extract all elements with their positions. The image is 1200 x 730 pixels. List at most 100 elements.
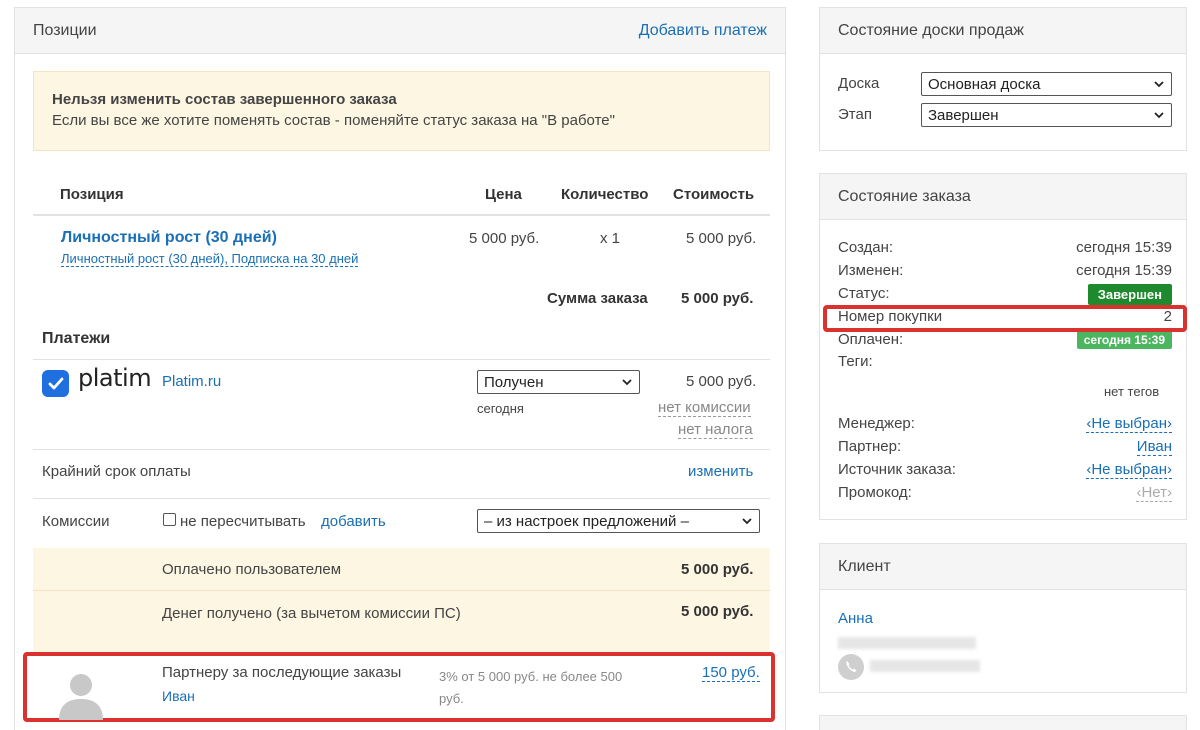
platim-logo: platim: [78, 364, 152, 392]
phone-icon: [838, 654, 864, 680]
divider: [33, 359, 770, 360]
partner-terms: 3% от 5 000 руб. не более 500 руб.: [439, 669, 623, 706]
paid-row: Оплачен: сегодня 15:39: [838, 331, 1172, 353]
col-cost: Стоимость: [673, 186, 755, 203]
order-sum-value: 5 000 руб.: [681, 290, 754, 307]
order-state-panel: Состояние заказа Создан: сегодня 15:39 И…: [819, 173, 1187, 520]
money-received-value: 5 000 руб.: [681, 603, 754, 620]
no-recalc-checkbox[interactable]: [163, 513, 176, 526]
add-commission-link[interactable]: добавить: [321, 513, 386, 530]
positions-header: Позиции Добавить платеж: [15, 8, 785, 54]
source-select-link[interactable]: ‹Не выбран›: [1086, 461, 1172, 479]
partner-amount-link[interactable]: 150 руб.: [702, 664, 760, 682]
payment-status-value: Получен: [484, 373, 544, 391]
client-header: Клиент: [820, 544, 1186, 590]
commissions-label: Комиссии: [42, 513, 110, 530]
status-row: Статус: Завершен: [838, 284, 1172, 307]
col-price: Цена: [485, 186, 522, 203]
deadline-change-link[interactable]: изменить: [688, 463, 753, 480]
tags-row: Теги:: [838, 353, 1172, 375]
board-state-header: Состояние доски продаж: [820, 8, 1186, 54]
money-received-row: Денег получено (за вычетом комиссии ПС) …: [33, 590, 770, 654]
tags-label: Теги:: [838, 353, 873, 370]
divider: [33, 498, 770, 499]
partner-label: Партнеру за последующие заказы: [162, 664, 402, 681]
no-commission-link[interactable]: нет комиссии: [658, 399, 751, 417]
chevron-down-icon: [622, 379, 632, 386]
order-state-title: Состояние заказа: [838, 187, 971, 205]
payment-date: сегодня: [477, 401, 524, 416]
changed-label: Изменен:: [838, 262, 904, 279]
divider: [33, 449, 770, 450]
client-name-link[interactable]: Анна: [838, 610, 873, 627]
product-name-link[interactable]: Личностный рост (30 дней): [61, 229, 277, 247]
changed-row: Изменен: сегодня 15:39: [838, 262, 1172, 284]
item-price: 5 000 руб.: [469, 230, 540, 247]
created-value: сегодня 15:39: [1076, 239, 1172, 256]
paid-label: Оплачен:: [838, 331, 904, 348]
item-cost: 5 000 руб.: [686, 230, 757, 247]
board-label: Доска: [838, 75, 880, 92]
stage-label: Этап: [838, 106, 872, 123]
purchase-number-highlight: [823, 305, 1187, 332]
payment-amount: 5 000 руб.: [686, 373, 757, 390]
warning-title: Нельзя изменить состав завершенного зака…: [52, 91, 397, 108]
board-state-title: Состояние доски продаж: [838, 21, 1024, 39]
warning-text: Если вы все же хотите поменять состав - …: [52, 112, 615, 129]
manager-select-link[interactable]: ‹Не выбран›: [1086, 415, 1172, 433]
status-badge: Завершен: [1087, 284, 1172, 305]
positions-title: Позиции: [33, 21, 97, 39]
no-tax-link[interactable]: нет налога: [678, 421, 753, 439]
manager-label: Менеджер:: [838, 415, 915, 432]
partner-row: Партнер: Иван: [838, 438, 1172, 460]
partner-commission-row: Партнеру за последующие заказы Иван 3% о…: [23, 652, 775, 722]
order-sum-label: Сумма заказа: [547, 290, 648, 307]
client-phone-redacted: [870, 660, 980, 672]
partner-avatar-icon: [59, 674, 103, 720]
money-received-label: Денег получено (за вычетом комиссии ПС): [162, 605, 461, 622]
promo-select-link[interactable]: ‹Нет›: [1136, 484, 1172, 502]
item-quantity: x 1: [600, 230, 621, 247]
payments-title: Платежи: [42, 330, 111, 347]
paid-badge: сегодня 15:39: [1076, 331, 1172, 349]
created-row: Создан: сегодня 15:39: [838, 239, 1172, 261]
tags-value: нет тегов: [1104, 384, 1160, 399]
board-state-panel: Состояние доски продаж Доска Основная до…: [819, 7, 1187, 151]
payment-status-select[interactable]: Получен: [477, 370, 640, 394]
order-state-header: Состояние заказа: [820, 174, 1186, 220]
paid-by-user-value: 5 000 руб.: [681, 561, 754, 578]
deadline-label: Крайний срок оплаты: [42, 463, 191, 480]
client-email-redacted: [838, 637, 976, 649]
chevron-down-icon: [1154, 81, 1164, 88]
stage-select-value: Завершен: [928, 106, 999, 124]
chevron-down-icon: [1154, 112, 1164, 119]
platim-check-icon: [42, 370, 69, 397]
created-label: Создан:: [838, 239, 894, 256]
col-quantity: Количество: [561, 186, 649, 203]
changed-value: сегодня 15:39: [1076, 262, 1172, 279]
board-select-value: Основная доска: [928, 75, 1041, 93]
promo-label: Промокод:: [838, 484, 912, 501]
positions-table-header: Позиция Цена Количество Стоимость: [33, 178, 770, 216]
stage-select[interactable]: Завершен: [921, 103, 1172, 127]
product-subtitle-link[interactable]: Личностный рост (30 дней), Подписка на 3…: [61, 251, 359, 267]
no-recalc-label: не пересчитывать: [180, 513, 306, 530]
source-label: Источник заказа:: [838, 461, 956, 478]
next-panel-header: [819, 715, 1187, 730]
warning-box: Нельзя изменить состав завершенного зака…: [33, 71, 770, 151]
commission-source-select[interactable]: – из настроек предложений –: [477, 509, 760, 533]
status-label: Статус:: [838, 285, 890, 302]
client-panel: Клиент Анна: [819, 543, 1187, 693]
client-title: Клиент: [838, 557, 891, 575]
provider-link[interactable]: Platim.ru: [162, 373, 221, 390]
paid-by-user-label: Оплачено пользователем: [162, 561, 342, 578]
add-payment-link[interactable]: Добавить платеж: [639, 22, 767, 40]
board-select[interactable]: Основная доска: [921, 72, 1172, 96]
source-row: Источник заказа: ‹Не выбран›: [838, 461, 1172, 483]
promo-row: Промокод: ‹Нет›: [838, 484, 1172, 506]
partner-name-link[interactable]: Иван: [162, 688, 195, 704]
partner-field-label: Партнер:: [838, 438, 902, 455]
positions-panel: Позиции Добавить платеж Нельзя изменить …: [14, 7, 786, 730]
partner-field-link[interactable]: Иван: [1136, 438, 1172, 456]
col-position: Позиция: [60, 186, 124, 203]
